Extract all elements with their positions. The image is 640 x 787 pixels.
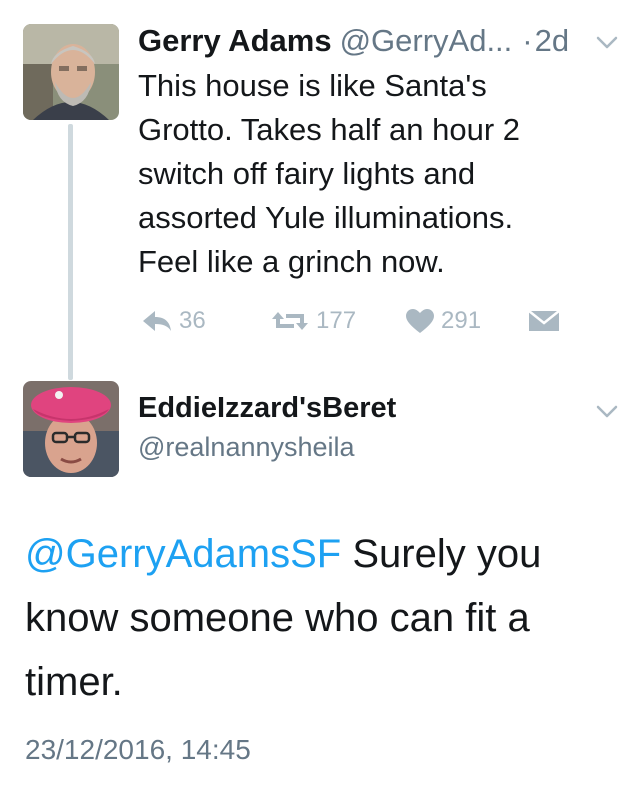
tweet1-handle[interactable]: @GerryAd... (340, 23, 513, 58)
tweet1-separator: · (522, 23, 533, 58)
avatar-gerry-adams[interactable] (23, 24, 119, 120)
tweet1-header: Gerry Adams @GerryAd... ·2d (138, 18, 628, 64)
chevron-down-icon[interactable] (596, 36, 618, 50)
retweet-icon (272, 312, 308, 330)
tweet2-handle[interactable]: @realnannysheila (138, 428, 355, 466)
tweet1-timestamp[interactable]: 2d (535, 23, 569, 58)
envelope-icon (528, 310, 560, 331)
tweet1-text-line: This house is like Santa's (138, 68, 487, 103)
tweet1-body: This house is like Santa's Grotto. Takes… (138, 64, 608, 284)
mention-link[interactable]: @GerryAdamsSF (25, 532, 341, 576)
tweet2-text-line: @GerryAdamsSF Surely you (25, 522, 625, 586)
tweet1-display-name[interactable]: Gerry Adams (138, 23, 332, 58)
tweet2-text-line: timer. (25, 660, 123, 704)
tweet2-text-fragment: Surely you (341, 532, 542, 576)
reply-count: 36 (179, 307, 206, 334)
tweet2-timestamp: 23/12/2016, 14:45 (25, 734, 251, 765)
retweet-button[interactable]: 177 (270, 304, 356, 338)
like-count: 291 (441, 307, 482, 334)
like-button[interactable]: 291 (405, 304, 481, 338)
tweet1-text-line: assorted Yule illuminations. (138, 200, 514, 235)
avatar-eddie-izzards-beret[interactable] (23, 381, 119, 477)
tweet2-body: @GerryAdamsSF Surely you know someone wh… (25, 522, 625, 714)
tweet1-text-line: Grotto. Takes half an hour 2 (138, 112, 520, 147)
heart-icon (406, 309, 434, 333)
retweet-count: 177 (316, 307, 357, 334)
reply-icon (143, 311, 171, 331)
direct-message-button[interactable] (528, 304, 566, 338)
tweet2-display-name[interactable]: EddieIzzard'sBeret (138, 388, 396, 428)
tweet2-text-line: know someone who can fit a (25, 596, 530, 640)
thread-connector-line (68, 124, 73, 380)
tweet1-text-line: Feel like a grinch now. (138, 244, 445, 279)
tweet1-text-line: switch off fairy lights and (138, 156, 476, 191)
chevron-down-icon[interactable] (596, 405, 618, 419)
reply-button[interactable]: 36 (141, 304, 206, 338)
